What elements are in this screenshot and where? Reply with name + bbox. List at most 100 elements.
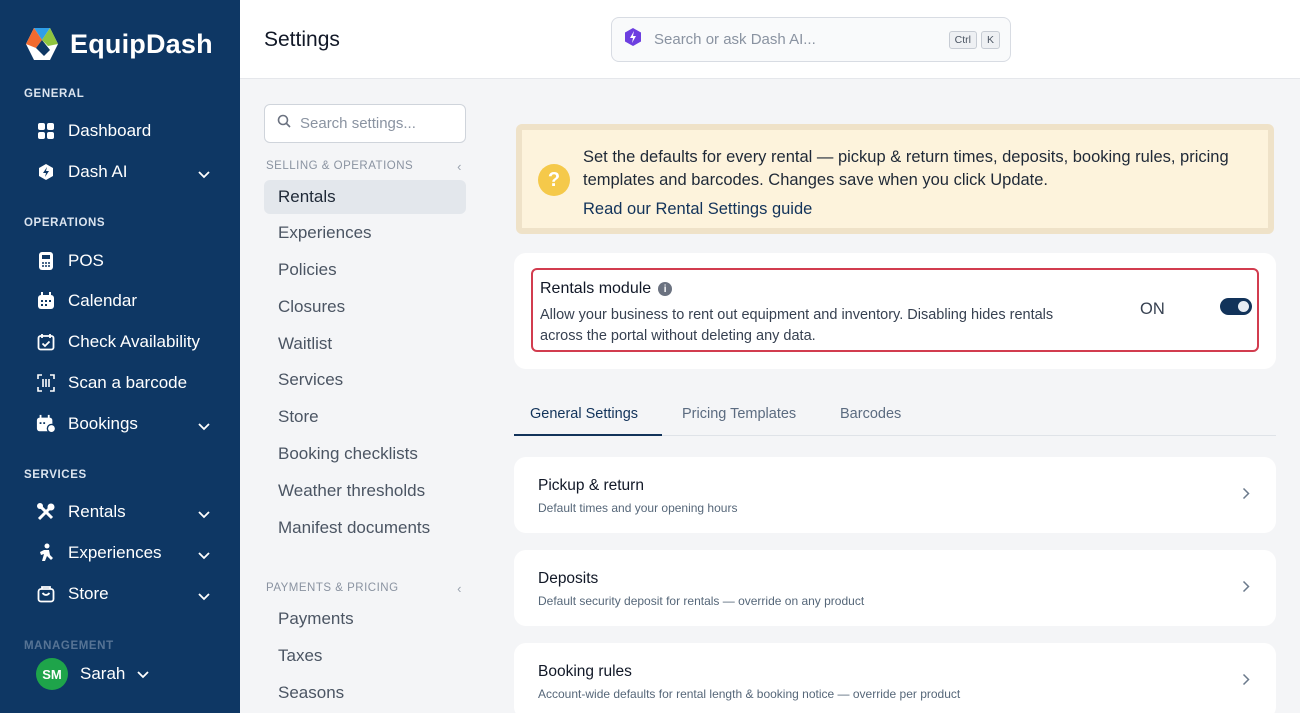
calendar-icon: [36, 291, 56, 311]
chevron-down-icon: [198, 416, 210, 436]
barcode-scan-icon: [36, 373, 56, 393]
dashboard-grid-icon: [36, 121, 56, 141]
sidebar-item-label: Check Availability: [68, 332, 200, 351]
pos-terminal-icon: [36, 251, 56, 271]
sidebar-item-label: Calendar: [68, 291, 137, 310]
sidebar-item-label: Dashboard: [68, 121, 152, 140]
chevron-down-icon: [198, 586, 210, 606]
settings-item-closures[interactable]: Closures: [264, 290, 466, 324]
row-subtitle: Default times and your opening hours: [538, 501, 738, 515]
sidebar-item-experiences[interactable]: Experiences: [36, 536, 216, 570]
top-bar: Settings Search or ask Dash AI... Ctrl K: [240, 0, 1300, 79]
rentals-tools-icon: [36, 502, 56, 522]
settings-item-rentals[interactable]: Rentals: [264, 180, 466, 214]
settings-item-weather-thresholds[interactable]: Weather thresholds: [264, 474, 466, 508]
settings-section-payments[interactable]: PAYMENTS & PRICING ‹: [266, 581, 466, 596]
sidebar: EquipDash GENERAL Dashboard Dash AI OPER…: [0, 0, 240, 713]
settings-item-waitlist[interactable]: Waitlist: [264, 327, 466, 361]
bookings-calendar-icon: [36, 414, 56, 434]
user-menu[interactable]: SM Sarah: [36, 658, 150, 690]
avatar: SM: [36, 658, 68, 690]
settings-item-services[interactable]: Services: [264, 363, 466, 397]
sidebar-item-dash-ai[interactable]: Dash AI: [36, 155, 216, 189]
settings-search-input[interactable]: Search settings...: [264, 104, 466, 143]
chevron-right-icon: [1242, 487, 1250, 505]
rentals-module-toggle[interactable]: [1220, 298, 1252, 315]
sidebar-item-check-availability[interactable]: Check Availability: [36, 325, 216, 359]
row-subtitle: Account-wide defaults for rental length …: [538, 687, 961, 701]
module-title-text: Rentals module: [540, 280, 652, 297]
sidebar-item-calendar[interactable]: Calendar: [36, 284, 216, 318]
page-title: Settings: [264, 28, 340, 51]
settings-item-taxes[interactable]: Taxes: [264, 639, 466, 673]
collapse-icon[interactable]: ‹: [457, 159, 462, 174]
toggle-knob: [1238, 301, 1249, 312]
rental-settings-guide-link[interactable]: Read our Rental Settings guide: [583, 200, 812, 219]
collapse-icon[interactable]: ‹: [457, 581, 462, 596]
rentals-module-card: Rentals module i Allow your business to …: [514, 253, 1276, 369]
user-name: Sarah: [80, 664, 126, 683]
ai-shield-icon: [36, 162, 56, 182]
kbd-k: K: [980, 31, 1000, 49]
settings-item-experiences[interactable]: Experiences: [264, 216, 466, 250]
sidebar-item-bookings[interactable]: Bookings: [36, 407, 216, 441]
module-description: Allow your business to rent out equipmen…: [540, 307, 1054, 344]
settings-item-manifest-documents[interactable]: Manifest documents: [264, 511, 466, 545]
sidebar-item-dashboard[interactable]: Dashboard: [36, 114, 216, 148]
ai-search-input[interactable]: Search or ask Dash AI... Ctrl K: [611, 17, 1011, 62]
banner-message: Set the defaults for every rental — pick…: [583, 148, 1229, 189]
app-name: EquipDash: [70, 28, 213, 59]
info-banner: ? Set the defaults for every rental — pi…: [516, 124, 1274, 234]
store-bag-icon: [36, 584, 56, 604]
equipdash-logo-icon: [24, 26, 60, 62]
experiences-person-icon: [36, 543, 56, 563]
sidebar-item-label: POS: [68, 251, 104, 270]
sidebar-item-scan-barcode[interactable]: Scan a barcode: [36, 366, 216, 400]
ai-search-placeholder: Search or ask Dash AI...: [654, 31, 816, 48]
section-label: PAYMENTS & PRICING: [266, 582, 399, 594]
settings-section-selling[interactable]: SELLING & OPERATIONS ‹: [266, 159, 466, 174]
sidebar-item-rentals[interactable]: Rentals: [36, 495, 216, 529]
settings-search-placeholder: Search settings...: [300, 115, 416, 132]
kbd-ctrl: Ctrl: [948, 31, 977, 49]
row-subtitle: Default security deposit for rentals — o…: [538, 594, 865, 608]
chevron-down-icon: [198, 545, 210, 565]
section-label: SELLING & OPERATIONS: [266, 160, 414, 172]
app-logo[interactable]: EquipDash: [24, 26, 213, 62]
row-title: Booking rules: [538, 663, 632, 680]
nav-section-management: MANAGEMENT: [24, 640, 114, 652]
settings-item-store[interactable]: Store: [264, 400, 466, 434]
search-icon: [277, 114, 291, 133]
tab-barcodes[interactable]: Barcodes: [840, 398, 901, 436]
settings-item-booking-checklists[interactable]: Booking checklists: [264, 437, 466, 471]
module-state-label: ON: [1140, 300, 1165, 318]
tab-pricing-templates[interactable]: Pricing Templates: [682, 398, 796, 436]
chevron-right-icon: [1242, 580, 1250, 598]
calendar-check-icon: [36, 332, 56, 352]
nav-section-general: GENERAL: [24, 88, 85, 100]
settings-item-payments[interactable]: Payments: [264, 602, 466, 636]
row-title: Deposits: [538, 570, 599, 587]
dash-ai-icon: [624, 27, 642, 52]
sidebar-item-pos[interactable]: POS: [36, 244, 216, 278]
sidebar-item-label: Bookings: [68, 414, 138, 433]
tab-general-settings[interactable]: General Settings: [514, 398, 662, 436]
chevron-right-icon: [1242, 673, 1250, 691]
settings-tabs: General Settings Pricing Templates Barco…: [514, 398, 1276, 436]
sidebar-item-label: Experiences: [68, 543, 162, 562]
question-icon: ?: [538, 164, 570, 196]
sidebar-item-label: Rentals: [68, 502, 126, 521]
rentals-module-highlight: Rentals module i Allow your business to …: [531, 268, 1259, 352]
nav-section-operations: OPERATIONS: [24, 217, 106, 229]
settings-item-policies[interactable]: Policies: [264, 253, 466, 287]
chevron-down-icon: [198, 164, 210, 184]
row-title: Pickup & return: [538, 477, 644, 494]
keyboard-shortcut: Ctrl K: [948, 30, 1004, 49]
sidebar-item-label: Dash AI: [68, 162, 128, 181]
booking-rules-row[interactable]: Booking rules Account-wide defaults for …: [514, 643, 1276, 713]
sidebar-item-store[interactable]: Store: [36, 577, 216, 611]
settings-item-seasons[interactable]: Seasons: [264, 676, 466, 710]
info-icon[interactable]: i: [658, 282, 673, 296]
deposits-row[interactable]: Deposits Default security deposit for re…: [514, 550, 1276, 626]
pickup-return-row[interactable]: Pickup & return Default times and your o…: [514, 457, 1276, 533]
